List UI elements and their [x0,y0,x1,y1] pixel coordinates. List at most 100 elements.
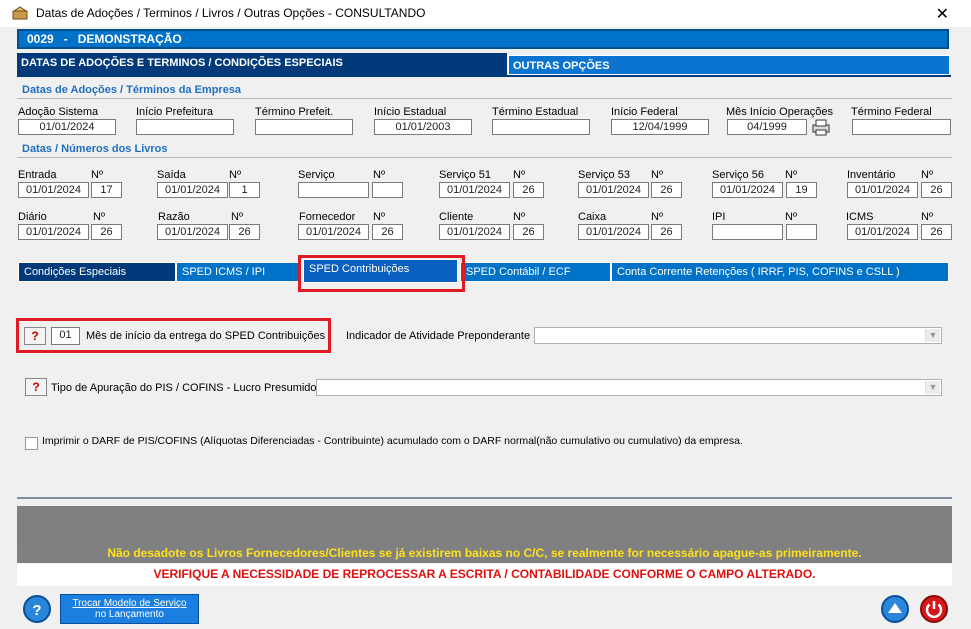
adocao-sistema-field[interactable]: 01/01/2024 [18,119,116,135]
section-divider [17,157,952,158]
icms-num-label: Nº [921,211,933,223]
cliente-date-field[interactable]: 01/01/2024 [439,224,510,240]
adocoes-section-title: Datas de Adoções / Términos da Empresa [22,84,242,96]
fornecedor-num-label: Nº [373,211,385,223]
inventario-date-field[interactable]: 01/01/2024 [847,182,918,198]
mes-inicio-operacoes-field[interactable]: 04/1999 [727,119,807,135]
inventario-label: Inventário [847,169,896,181]
tab-underline [17,75,951,77]
icms-num-field[interactable]: 26 [921,224,952,240]
servico53-num-label: Nº [651,169,663,181]
servico56-date-field[interactable]: 01/01/2024 [712,182,783,198]
inicio-prefeitura-label: Início Prefeitura [136,106,214,118]
entrada-num-label: Nº [91,169,103,181]
trocar-line2: no Lançamento [95,609,164,620]
diario-num-field[interactable]: 26 [91,224,122,240]
indicador-atividade-label: Indicador de Atividade Preponderante [346,330,531,342]
trocar-modelo-servico-button[interactable]: Trocar Modelo de Serviço no Lançamento [60,594,199,624]
termino-estadual-field[interactable] [492,119,590,135]
imprimir-darf-checkbox[interactable] [25,437,38,450]
tab-condicoes-especiais[interactable]: Condições Especiais [18,262,176,282]
termino-prefeit-field[interactable] [255,119,353,135]
chevron-down-icon: ▼ [925,381,940,394]
company-header: 0029 - DEMONSTRAÇÃO [17,29,949,49]
chevron-down-icon: ▼ [925,329,940,342]
close-icon[interactable]: ✕ [936,4,949,24]
termino-federal-label: Término Federal [851,106,932,118]
warning-yellow-text: Não desadote os Livros Fornecedores/Clie… [17,544,952,563]
entrada-date-field[interactable]: 01/01/2024 [18,182,89,198]
tab-sped-contabil-ecf[interactable]: SPED Contábil / ECF [460,262,611,282]
razao-label: Razão [158,211,190,223]
warning-red-text: VERIFIQUE A NECESSIDADE DE REPROCESSAR A… [17,564,952,586]
caixa-num-label: Nº [651,211,663,223]
tab-outras-opcoes[interactable]: OUTRAS OPÇÕES [508,55,950,75]
saida-label: Saída [157,169,186,181]
icms-label: ICMS [846,211,874,223]
servico56-num-field[interactable]: 19 [786,182,817,198]
razao-num-label: Nº [231,211,243,223]
cliente-num-field[interactable]: 26 [513,224,544,240]
inicio-federal-field[interactable]: 12/04/1999 [611,119,709,135]
servico51-date-field[interactable]: 01/01/2024 [439,182,510,198]
tab-datas-adocoes[interactable]: DATAS DE ADOÇÕES E TERMINOS / CONDIÇÕES … [17,53,507,75]
mes-inicio-help-button[interactable]: ? [24,327,46,345]
servico-num-field[interactable] [372,182,403,198]
caixa-num-field[interactable]: 26 [651,224,682,240]
servico53-date-field[interactable]: 01/01/2024 [578,182,649,198]
entrada-num-field[interactable]: 17 [91,182,122,198]
servico51-label: Serviço 51 [439,169,491,181]
termino-federal-field[interactable] [852,119,951,135]
saida-num-field[interactable]: 1 [229,182,260,198]
inicio-estadual-label: Início Estadual [374,106,447,118]
help-button[interactable]: ? [23,595,51,623]
inventario-num-label: Nº [921,169,933,181]
trocar-line1: Trocar Modelo de Serviço [72,598,187,609]
caixa-date-field[interactable]: 01/01/2024 [578,224,649,240]
razao-date-field[interactable]: 01/01/2024 [157,224,228,240]
apuracao-label: Tipo de Apuração do PIS / COFINS - Lucro… [51,382,320,394]
apuracao-help-button[interactable]: ? [25,378,47,396]
cliente-num-label: Nº [513,211,525,223]
mes-inicio-field[interactable]: 01 [51,327,80,345]
fornecedor-date-field[interactable]: 01/01/2024 [298,224,369,240]
ipi-label: IPI [712,211,726,223]
fornecedor-label: Fornecedor [299,211,356,223]
mes-inicio-label: Mês de início da entrega do SPED Contrib… [86,330,326,342]
window-title: Datas de Adoções / Terminos / Livros / O… [36,6,426,20]
servico51-num-label: Nº [513,169,525,181]
servico-date-field[interactable] [298,182,369,198]
printer-icon[interactable] [811,117,831,136]
servico53-label: Serviço 53 [578,169,630,181]
saida-date-field[interactable]: 01/01/2024 [157,182,228,198]
indicador-atividade-select[interactable]: ▼ [534,327,942,344]
icms-date-field[interactable]: 01/01/2024 [847,224,918,240]
servico56-num-label: Nº [785,169,797,181]
entrada-label: Entrada [18,169,57,181]
inicio-federal-label: Início Federal [611,106,678,118]
saida-num-label: Nº [229,169,241,181]
message-panel [17,506,952,544]
inicio-estadual-field[interactable]: 01/01/2003 [374,119,472,135]
diario-date-field[interactable]: 01/01/2024 [18,224,89,240]
diario-num-label: Nº [93,211,105,223]
ipi-date-field[interactable] [712,224,783,240]
servico53-num-field[interactable]: 26 [651,182,682,198]
power-icon[interactable] [919,594,949,624]
razao-num-field[interactable]: 26 [229,224,260,240]
servico51-num-field[interactable]: 26 [513,182,544,198]
scroll-up-icon[interactable] [880,594,910,624]
window-titlebar: Datas de Adoções / Terminos / Livros / O… [0,0,971,27]
caixa-label: Caixa [578,211,607,223]
tab-conta-corrente-retencoes[interactable]: Conta Corrente Retenções ( IRRF, PIS, CO… [611,262,949,282]
tab-sped-icms-ipi[interactable]: SPED ICMS / IPI [176,262,299,282]
inventario-num-field[interactable]: 26 [921,182,952,198]
termino-estadual-label: Término Estadual [492,106,579,118]
inicio-prefeitura-field[interactable] [136,119,234,135]
highlight-sped-tab [298,255,465,292]
apuracao-select[interactable]: ▼ [316,379,942,396]
servico-label: Serviço [298,169,335,181]
company-name: DEMONSTRAÇÃO [77,32,182,46]
fornecedor-num-field[interactable]: 26 [372,224,403,240]
ipi-num-field[interactable] [786,224,817,240]
